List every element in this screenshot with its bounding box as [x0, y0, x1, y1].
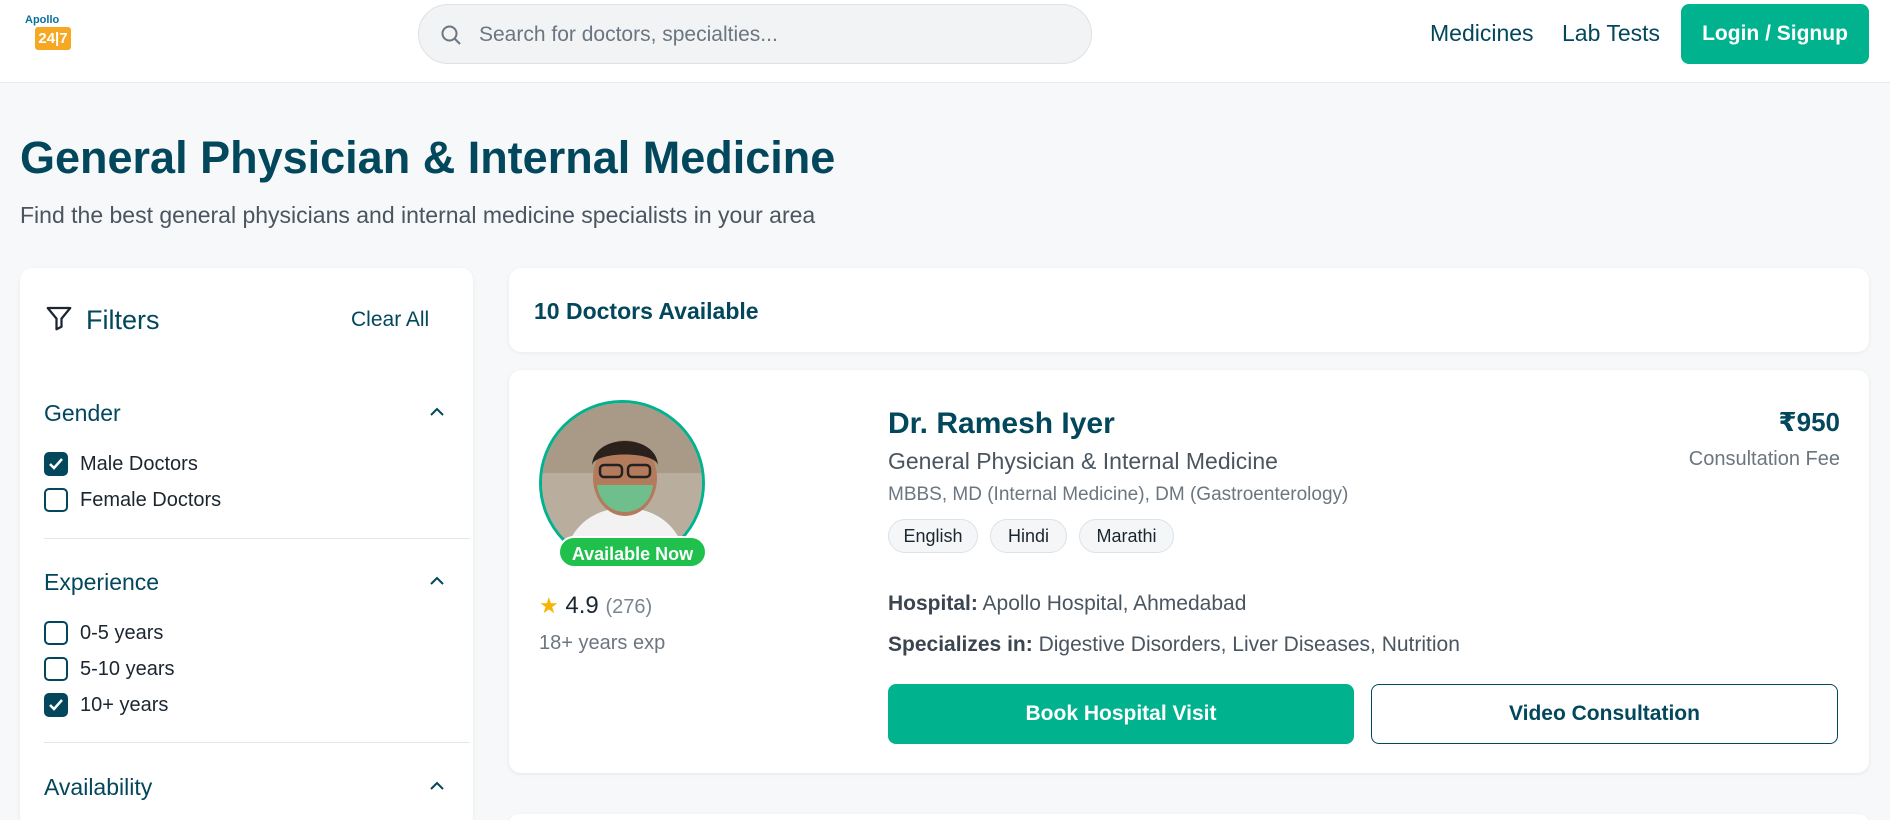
- doctor-rating: ★ 4.9 (276): [539, 592, 652, 620]
- hospital-name: Apollo Hospital, Ahmedabad: [982, 592, 1247, 615]
- star-icon: ★: [539, 593, 559, 618]
- doctor-card: Available Now ★ 4.9 (276) 18+ years exp …: [509, 370, 1869, 773]
- filter-icon: [46, 306, 72, 331]
- check-icon: [49, 458, 63, 470]
- filter-section-availability[interactable]: Availability: [44, 774, 470, 801]
- language-tag: Hindi: [990, 519, 1067, 553]
- specializes-list: Digestive Disorders, Liver Diseases, Nut…: [1038, 633, 1460, 656]
- chevron-up-icon[interactable]: [428, 575, 446, 587]
- filter-section-label: Gender: [44, 400, 121, 426]
- filter-option-label: 10+ years: [80, 694, 169, 716]
- filters-panel: Filters Clear All Gender Male Doctors Fe…: [20, 268, 473, 820]
- doctor-qualifications: MBBS, MD (Internal Medicine), DM (Gastro…: [888, 484, 1349, 505]
- checkbox-unchecked[interactable]: [44, 621, 68, 645]
- nav-medicines-link[interactable]: Medicines: [1430, 20, 1534, 47]
- search-input[interactable]: [479, 17, 1059, 53]
- chevron-up-icon[interactable]: [428, 406, 446, 418]
- nav-lab-tests-link[interactable]: Lab Tests: [1562, 20, 1660, 47]
- checkbox-unchecked[interactable]: [44, 488, 68, 512]
- filter-divider: [44, 538, 470, 539]
- search-bar[interactable]: [418, 4, 1092, 64]
- filter-option-label: Male Doctors: [80, 453, 198, 475]
- specializes-label: Specializes in:: [888, 633, 1033, 656]
- login-signup-button[interactable]: Login / Signup: [1681, 4, 1869, 64]
- filter-option-label: Female Doctors: [80, 489, 222, 511]
- specializes-info: Specializes in: Digestive Disorders, Liv…: [888, 633, 1460, 657]
- book-hospital-visit-button[interactable]: Book Hospital Visit: [888, 684, 1354, 744]
- filter-section-gender[interactable]: Gender: [44, 400, 470, 427]
- filter-option-label: 5-10 years: [80, 658, 175, 680]
- doctor-card-next: [509, 814, 1869, 820]
- apollo-logo[interactable]: Apollo 24|7: [25, 14, 75, 52]
- consultation-fee-label: Consultation Fee: [1688, 448, 1840, 470]
- filter-section-label: Experience: [44, 569, 160, 595]
- results-count: 10 Doctors Available: [534, 298, 759, 324]
- check-icon: [49, 699, 63, 711]
- search-icon: [441, 25, 461, 45]
- hospital-info: Hospital: Apollo Hospital, Ahmedabad: [888, 592, 1246, 616]
- doctor-specialty: General Physician & Internal Medicine: [888, 448, 1278, 474]
- video-consultation-button[interactable]: Video Consultation: [1371, 684, 1838, 744]
- filter-option-label: 0-5 years: [80, 622, 164, 644]
- rating-value: 4.9: [565, 592, 599, 619]
- checkbox-checked[interactable]: [44, 693, 68, 717]
- checkbox-unchecked[interactable]: [44, 657, 68, 681]
- filter-divider: [44, 742, 470, 743]
- results-count-bar: 10 Doctors Available: [509, 268, 1869, 352]
- page-subtitle: Find the best general physicians and int…: [20, 202, 816, 228]
- clear-all-link[interactable]: Clear All: [351, 308, 429, 332]
- chevron-up-icon[interactable]: [428, 780, 446, 792]
- review-count: (276): [605, 596, 653, 618]
- consultation-fee: ₹950: [1778, 407, 1840, 437]
- available-now-badge: Available Now: [558, 536, 707, 568]
- filter-section-label: Availability: [44, 774, 153, 800]
- page-title: General Physician & Internal Medicine: [20, 132, 836, 183]
- doctor-experience: 18+ years exp: [539, 632, 666, 654]
- filter-section-experience[interactable]: Experience: [44, 569, 470, 596]
- language-tag: Marathi: [1079, 519, 1174, 553]
- doctor-name[interactable]: Dr. Ramesh Iyer: [888, 407, 1115, 441]
- language-tag: English: [888, 519, 978, 553]
- checkbox-checked[interactable]: [44, 452, 68, 476]
- top-header: Apollo 24|7 Medicines Lab Tests Login / …: [0, 0, 1890, 83]
- filters-title: Filters: [86, 305, 160, 335]
- logo-brand-text: Apollo: [25, 14, 60, 26]
- logo-badge: 24|7: [35, 27, 71, 50]
- hospital-label: Hospital:: [888, 592, 978, 615]
